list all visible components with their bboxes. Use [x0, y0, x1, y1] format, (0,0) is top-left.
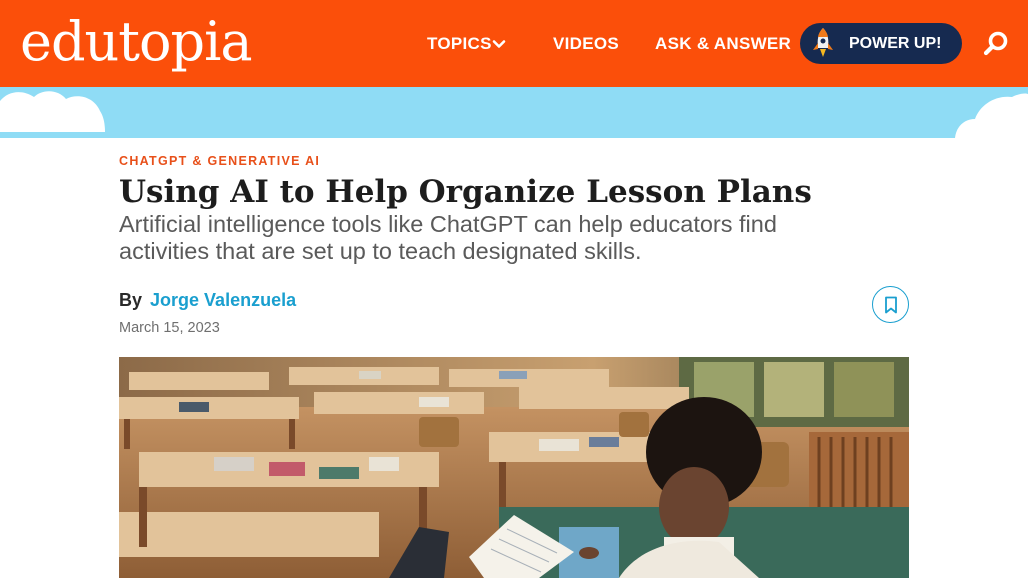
- power-up-label: POWER UP!: [849, 35, 942, 52]
- power-up-button[interactable]: POWER UP!: [800, 23, 962, 64]
- byline: By Jorge Valenzuela: [119, 289, 296, 311]
- rocket-icon: [813, 28, 833, 57]
- article-category-link[interactable]: CHATGPT & GENERATIVE AI: [119, 154, 320, 168]
- chevron-down-icon[interactable]: [491, 36, 507, 52]
- author-link[interactable]: Jorge Valenzuela: [150, 290, 296, 310]
- cloud-decoration: [0, 91, 1028, 138]
- search-icon[interactable]: [982, 30, 1010, 58]
- sky-banner: [0, 87, 1028, 138]
- classroom-photo: [119, 357, 909, 578]
- site-header: edutopia TOPICS VIDEOS ASK & ANSWER POWE…: [0, 0, 1028, 87]
- article-title: Using AI to Help Organize Lesson Plans: [119, 174, 812, 210]
- article-subtitle: Artificial intelligence tools like ChatG…: [119, 211, 777, 264]
- edutopia-logo[interactable]: edutopia: [20, 10, 253, 74]
- bookmark-icon: [885, 296, 897, 314]
- publish-date: March 15, 2023: [119, 320, 220, 336]
- by-label: By: [119, 290, 143, 310]
- nav-ask-and-answer[interactable]: ASK & ANSWER: [655, 33, 791, 55]
- nav-videos[interactable]: VIDEOS: [553, 33, 619, 55]
- nav-topics[interactable]: TOPICS: [427, 33, 492, 55]
- hero-image: [119, 357, 909, 578]
- bookmark-button[interactable]: [872, 286, 909, 323]
